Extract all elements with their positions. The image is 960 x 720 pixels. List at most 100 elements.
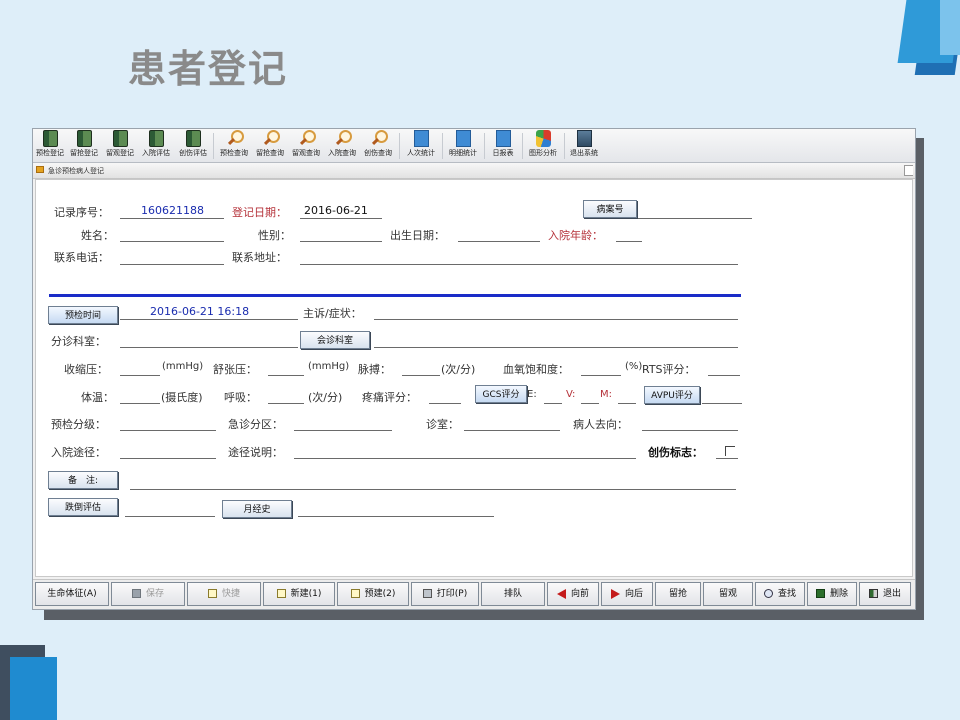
- window-icon: [36, 166, 44, 173]
- reg-date-label: 登记日期：: [232, 206, 287, 219]
- register-book-icon: [112, 130, 128, 147]
- triage-time-field[interactable]: [120, 319, 298, 320]
- toolbar-trauma-assess[interactable]: 创伤评估: [176, 130, 210, 161]
- gcs-e-label: E:: [527, 389, 537, 400]
- vital-signs-button[interactable]: 生命体征(A): [35, 582, 109, 606]
- toolbar-daily-report[interactable]: 日报表: [486, 130, 520, 161]
- rescue-button[interactable]: 留抢: [655, 582, 701, 606]
- stats-chart-icon: [413, 130, 429, 147]
- print-button[interactable]: 打印(P): [411, 582, 479, 606]
- spo2-field[interactable]: [581, 375, 621, 376]
- gcs-e-field[interactable]: [544, 403, 562, 404]
- toolbar-detail-stats[interactable]: 明细统计: [444, 130, 482, 161]
- birth-date-field[interactable]: [458, 241, 540, 242]
- remark-field[interactable]: [130, 489, 736, 490]
- new-button[interactable]: 新建(1): [263, 582, 335, 606]
- reg-date-field[interactable]: [300, 218, 382, 219]
- avpu-score-button[interactable]: AVPU评分: [644, 386, 700, 404]
- name-field[interactable]: [120, 241, 224, 242]
- complaint-field[interactable]: [374, 319, 738, 320]
- admit-route-label: 入院途径：: [51, 446, 106, 459]
- route-desc-field[interactable]: [294, 458, 636, 459]
- next-button[interactable]: 向后: [601, 582, 653, 606]
- admit-age-field[interactable]: [616, 241, 642, 242]
- register-book-icon: [76, 130, 92, 147]
- record-no-value: 160621188: [141, 204, 204, 217]
- address-field[interactable]: [300, 264, 738, 265]
- toolbar-admission-assess[interactable]: 入院评估: [140, 130, 172, 161]
- arrow-right-icon: [610, 588, 620, 599]
- registration-form: 记录序号： 160621188 登记日期： 2016-06-21 病案号 姓名：…: [35, 179, 913, 577]
- remark-button[interactable]: 备 注:: [48, 471, 118, 489]
- complaint-label: 主诉/症状：: [303, 307, 362, 320]
- consult-dept-button[interactable]: 会诊科室: [300, 331, 370, 349]
- corner-decoration: [940, 0, 960, 55]
- case-number-button[interactable]: 病案号: [583, 200, 637, 218]
- toolbar-triage-register[interactable]: 预检登记: [34, 130, 66, 161]
- toolbar-graph-analysis[interactable]: 图形分析: [524, 130, 562, 161]
- toolbar-rescue-register[interactable]: 留抢登记: [68, 130, 100, 161]
- diastolic-field[interactable]: [268, 375, 304, 376]
- birth-date-label: 出生日期：: [390, 229, 445, 242]
- exit-button[interactable]: 退出: [859, 582, 911, 606]
- respiration-field[interactable]: [268, 403, 304, 404]
- pulse-field[interactable]: [402, 375, 440, 376]
- stats-chart-icon: [455, 130, 471, 147]
- observe-button[interactable]: 留观: [703, 582, 753, 606]
- gcs-v-field[interactable]: [581, 403, 599, 404]
- systolic-field[interactable]: [120, 375, 160, 376]
- admit-route-field[interactable]: [120, 458, 216, 459]
- fall-assessment-field[interactable]: [125, 516, 215, 517]
- quick-button[interactable]: 快捷: [187, 582, 261, 606]
- destination-label: 病人去向：: [573, 418, 628, 431]
- er-zone-field[interactable]: [294, 430, 392, 431]
- gcs-m-label: M:: [600, 389, 612, 400]
- consult-dept-field[interactable]: [374, 347, 738, 348]
- case-number-field[interactable]: [638, 218, 752, 219]
- toolbar-triage-query[interactable]: 预检查询: [217, 130, 251, 161]
- previous-button[interactable]: 向前: [547, 582, 599, 606]
- pain-score-label: 疼痛评分：: [362, 391, 417, 404]
- delete-button[interactable]: 删除: [807, 582, 857, 606]
- menstrual-history-field[interactable]: [298, 516, 494, 517]
- trauma-flag-checkbox[interactable]: [725, 446, 735, 456]
- save-button[interactable]: 保存: [111, 582, 185, 606]
- magnifier-icon: [263, 130, 280, 147]
- temperature-unit: (摄氏度): [161, 391, 203, 404]
- avpu-field[interactable]: [702, 403, 742, 404]
- toolbar-admission-query[interactable]: 入院查询: [325, 130, 359, 161]
- find-button[interactable]: 查找: [755, 582, 805, 606]
- clipboard-icon: [350, 589, 360, 598]
- toolbar-observe-register[interactable]: 留观登记: [104, 130, 136, 161]
- subwindow-title: 急诊预检病人登记: [48, 167, 104, 175]
- destination-field[interactable]: [642, 430, 738, 431]
- window-control[interactable]: [904, 165, 913, 176]
- room-field[interactable]: [464, 430, 560, 431]
- toolbar-visit-stats[interactable]: 人次统计: [402, 130, 440, 161]
- stats-chart-icon: [495, 130, 511, 147]
- pain-score-field[interactable]: [429, 403, 461, 404]
- gcs-score-button[interactable]: GCS评分: [475, 385, 527, 403]
- magnifier-icon: [371, 130, 388, 147]
- gender-field[interactable]: [300, 241, 382, 242]
- toolbar-trauma-query[interactable]: 创伤查询: [361, 130, 395, 161]
- queue-button[interactable]: 排队: [481, 582, 545, 606]
- menstrual-history-button[interactable]: 月经史: [222, 500, 292, 518]
- phone-field[interactable]: [120, 264, 224, 265]
- address-label: 联系地址：: [232, 251, 287, 264]
- triage-time-button[interactable]: 预检时间: [48, 306, 118, 324]
- toolbar-observe-query[interactable]: 留观查询: [289, 130, 323, 161]
- toolbar-exit-system[interactable]: 退出系统: [566, 130, 602, 161]
- rts-field[interactable]: [708, 375, 740, 376]
- pre-create-button[interactable]: 预建(2): [337, 582, 409, 606]
- phone-label: 联系电话：: [54, 251, 109, 264]
- record-no-field[interactable]: [120, 218, 224, 219]
- fall-assessment-button[interactable]: 跌倒评估: [48, 498, 118, 516]
- triage-level-field[interactable]: [120, 430, 216, 431]
- triage-dept-field[interactable]: [120, 347, 298, 348]
- temperature-field[interactable]: [120, 403, 160, 404]
- diastolic-unit: (mmHg): [308, 361, 350, 372]
- gcs-m-field[interactable]: [618, 403, 636, 404]
- route-desc-label: 途径说明：: [228, 446, 283, 459]
- toolbar-rescue-query[interactable]: 留抢查询: [253, 130, 287, 161]
